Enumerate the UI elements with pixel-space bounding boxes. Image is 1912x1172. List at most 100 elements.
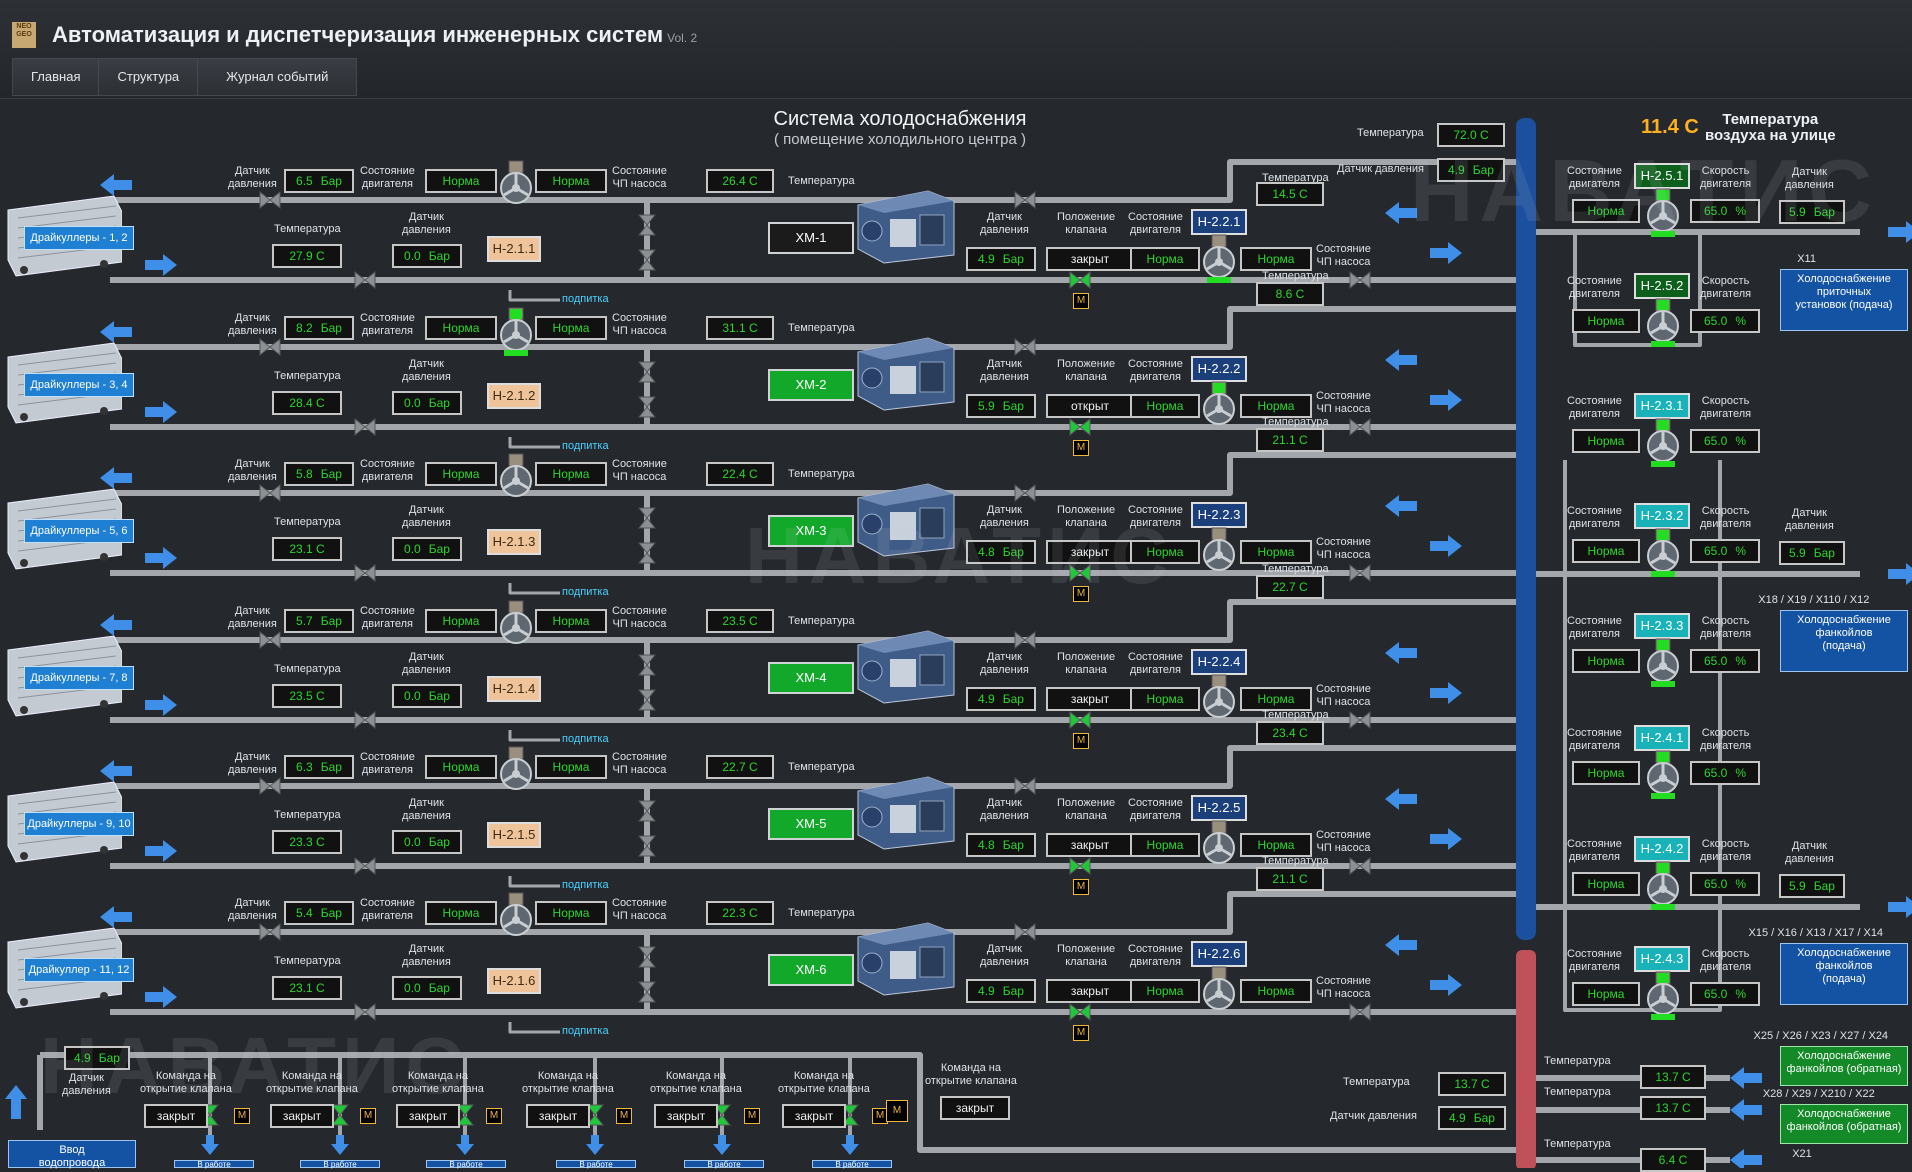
motor-state-label: Состояние двигателя <box>360 751 415 776</box>
makeup-valve-state[interactable]: закрыт <box>526 1104 590 1128</box>
pump-2-icon <box>497 306 535 356</box>
motor-state-label: Состояние двигателя <box>1567 948 1622 973</box>
vfd-state-value: Норма <box>1240 247 1312 271</box>
valve-icon <box>259 922 281 942</box>
valve-icon <box>259 483 281 503</box>
pump-pressure-value: 0.0 Бар <box>392 976 462 1000</box>
chw-temp-value: 14.5 C <box>1256 182 1324 206</box>
extra-valve-state[interactable]: закрыт <box>940 1096 1010 1120</box>
vfd-state-label: Состояние ЧП насоса <box>1316 829 1371 854</box>
vfd-state-label: Состояние ЧП насоса <box>1316 243 1371 268</box>
pump-id-badge: Н-2.3.2 <box>1634 503 1690 529</box>
control-valve-icon <box>1069 417 1091 437</box>
makeup-label: подпитка <box>562 1025 609 1037</box>
motor-state-value: Норма <box>1130 247 1200 271</box>
consumer-info-box[interactable]: Холодоснабжение фанкойлов (обратная) <box>1780 1104 1908 1144</box>
return-header-pipe <box>1516 950 1536 1168</box>
chw-pressure-value: 4.8 Бар <box>966 833 1036 857</box>
valve-icon <box>354 270 376 290</box>
drycooler-3-label[interactable]: Драйкуллеры - 5, 6 <box>24 519 134 543</box>
motor-state-value: Норма <box>1130 540 1200 564</box>
drycooler-6-label[interactable]: Драйкуллер - 11, 12 <box>24 958 134 982</box>
motor-state-label: Состояние двигателя <box>1567 505 1622 530</box>
motor-tag: M <box>486 1108 502 1124</box>
consumer-info-box[interactable]: Холодоснабжение фанкойлов (подача) <box>1780 610 1908 672</box>
flow-arrow-left-icon <box>1385 934 1417 956</box>
motor-tag: M <box>744 1108 760 1124</box>
speed-value: 65.0% <box>1690 429 1760 453</box>
pump-id-badge: Н-2.2.4 <box>1191 649 1247 675</box>
makeup-valve-state[interactable]: закрыт <box>144 1104 208 1128</box>
pump-chw-1-icon <box>1200 233 1238 283</box>
return-temp-label: Температура <box>1544 1086 1611 1098</box>
dc-pressure-value: 5.8 Бар <box>284 462 354 486</box>
pump-id-badge: Н-2.4.3 <box>1634 946 1690 972</box>
flow-arrow-left-icon <box>1385 495 1417 517</box>
pump-id-badge: Н-2.5.2 <box>1634 273 1690 299</box>
chw-temp-value: 23.4 C <box>1256 721 1324 745</box>
return-temp-value: 6.4 C <box>1640 1148 1706 1172</box>
makeup-valve-state[interactable]: закрыт <box>782 1104 846 1128</box>
chiller-3-button[interactable]: ХМ-3 <box>768 515 854 547</box>
valve-icon <box>354 563 376 583</box>
dc-temp-value: 23.1 C <box>272 537 342 561</box>
motor-state-value: Норма <box>1572 872 1640 896</box>
pressure-sensor-label: Датчик давления <box>228 605 277 630</box>
condenser-temp-value: 22.7 C <box>706 755 774 779</box>
pump-id-badge: Н-2.3.3 <box>1634 613 1690 639</box>
pump-chw-4-icon <box>1200 673 1238 723</box>
chw-pipe <box>1020 306 1520 350</box>
pump-id-badge: Н-2.1.6 <box>487 968 541 994</box>
flow-arrow-left-icon <box>1385 202 1417 224</box>
vfd-state-value: Норма <box>1240 687 1312 711</box>
makeup-valve-state[interactable]: закрыт <box>396 1104 460 1128</box>
water-inlet-box[interactable]: Ввод водопровода <box>8 1140 136 1169</box>
chiller-5-button[interactable]: ХМ-5 <box>768 808 854 840</box>
makeup-label: подпитка <box>562 440 609 452</box>
pump-pressure-value: 0.0 Бар <box>392 537 462 561</box>
drycooler-1-label[interactable]: Драйкуллеры - 1, 2 <box>24 226 134 250</box>
valve-icon <box>354 1002 376 1022</box>
consumer-info-box[interactable]: Холодоснабжение приточных установок (подач… <box>1780 269 1908 331</box>
motor-state-value: Норма <box>1130 833 1200 857</box>
dc-temp-label: Температура <box>274 370 341 382</box>
consumer-info-box[interactable]: Холодоснабжение фанкойлов (подача) <box>1780 943 1908 1005</box>
condenser-temp-value: 22.4 C <box>706 462 774 486</box>
drycooler-5-label[interactable]: Драйкуллеры - 9, 10 <box>24 812 134 836</box>
valve-icon <box>1014 483 1036 503</box>
motor-state-value: Норма <box>1130 979 1200 1003</box>
motor-state-value: Норма <box>425 609 497 633</box>
makeup-valve-state[interactable]: закрыт <box>654 1104 718 1128</box>
pressure-sensor-label: Датчик давления <box>402 651 451 676</box>
valve-position-label: Положение клапана <box>1057 797 1116 822</box>
makeup-pressure-value: 4.9 Бар <box>64 1046 130 1070</box>
valve-command-label: Команда на открытие клапана <box>266 1070 358 1095</box>
speed-label: Скорость двигателя <box>1700 275 1752 300</box>
chiller-4-button[interactable]: ХМ-4 <box>768 662 854 694</box>
vfd-state-label: Состояние ЧП насоса <box>1316 683 1371 708</box>
chiller-2-button[interactable]: ХМ-2 <box>768 369 854 401</box>
motor-state-label: Состояние двигателя <box>1128 943 1183 968</box>
drycooler-4-label[interactable]: Драйкуллеры - 7, 8 <box>24 666 134 690</box>
valve-position-label: Положение клапана <box>1057 211 1116 236</box>
pump-Н-2.4.1-icon <box>1644 749 1682 799</box>
makeup-valve-state[interactable]: закрыт <box>270 1104 334 1128</box>
motor-state-value: Норма <box>425 169 497 193</box>
flow-arrow-left-icon <box>1730 1067 1762 1089</box>
return-pressure-label: Датчик давления <box>1330 1110 1417 1122</box>
valve-command-label: Команда на открытие клапана <box>778 1070 870 1095</box>
pump-id-badge: Н-2.3.1 <box>1634 393 1690 419</box>
pressure-sensor-label: Датчик давления <box>402 797 451 822</box>
chiller-1-button[interactable]: ХМ-1 <box>768 222 854 254</box>
dc-pressure-value: 8.2 Бар <box>284 316 354 340</box>
pressure-sensor-label: Датчик давления <box>980 504 1029 529</box>
chw-pipe <box>1020 452 1520 496</box>
flow-arrow-down-icon <box>713 1135 731 1155</box>
pump-id-badge: Н-2.4.1 <box>1634 725 1690 751</box>
chiller-6-button[interactable]: ХМ-6 <box>768 954 854 986</box>
drycooler-2-label[interactable]: Драйкуллеры - 3, 4 <box>24 373 134 397</box>
motor-tag: M <box>1073 293 1089 309</box>
valve-icon <box>1349 563 1371 583</box>
motor-state-label: Состояние двигателя <box>1128 504 1183 529</box>
consumer-info-box[interactable]: Холодоснабжение фанкойлов (обратная) <box>1780 1046 1908 1086</box>
